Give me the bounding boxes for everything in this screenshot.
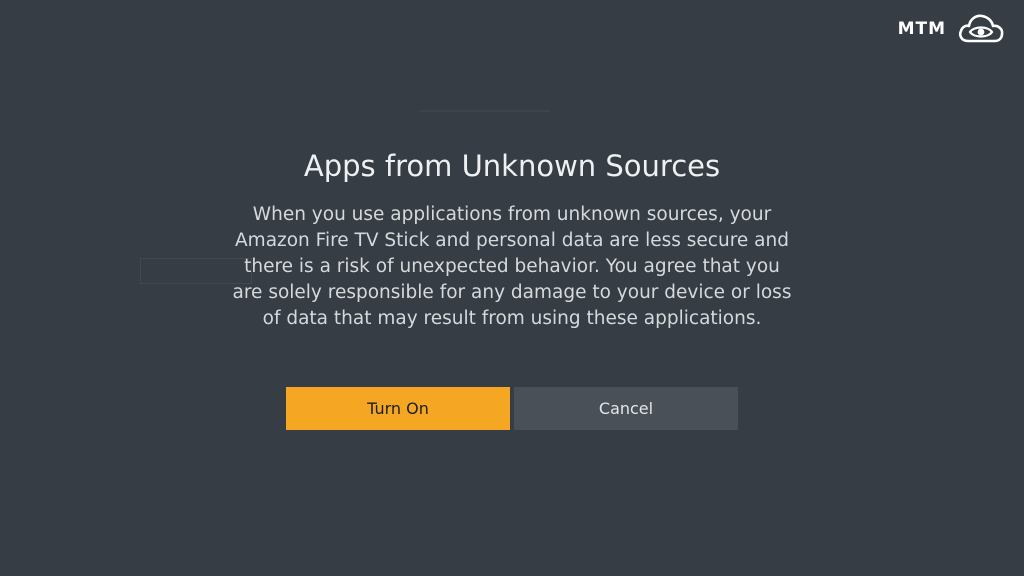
watermark: MTM (898, 10, 1006, 48)
watermark-text: MTM (897, 19, 946, 39)
cloud-eye-icon (958, 14, 1004, 43)
dialog-buttons: Turn On Cancel (286, 387, 738, 430)
dialog-body-text: When you use applications from unknown s… (232, 204, 792, 329)
dialog-title: Apps from Unknown Sources (303, 149, 721, 183)
turn-on-button[interactable]: Turn On (286, 387, 510, 430)
background-residue (420, 92, 550, 112)
cancel-button[interactable]: Cancel (514, 387, 738, 430)
unknown-sources-dialog: Apps from Unknown Sources When you use a… (0, 140, 1024, 332)
